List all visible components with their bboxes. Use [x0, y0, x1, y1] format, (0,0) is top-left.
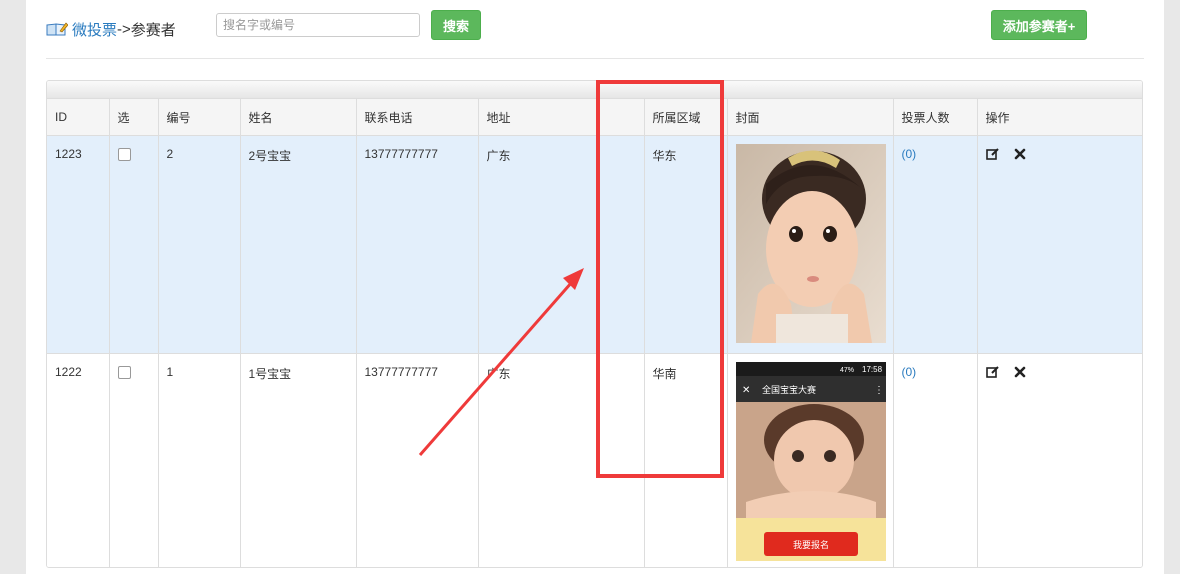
cell-name: 2号宝宝	[240, 135, 357, 354]
edit-icon[interactable]	[985, 365, 1000, 379]
breadcrumb-link-vote[interactable]: 微投票	[72, 19, 117, 40]
cover-image-phone-screenshot[interactable]: 47% 17:58 ✕ 全国宝宝大赛 ⋮ 我要报名	[735, 362, 886, 561]
breadcrumb-separator: ->	[117, 20, 131, 38]
cell-cover: 47% 17:58 ✕ 全国宝宝大赛 ⋮ 我要报名	[727, 353, 894, 567]
search-input[interactable]	[216, 13, 420, 37]
delete-icon[interactable]	[1013, 147, 1027, 161]
table-header-row: ID 选 编号 姓名 联系电话 地址 所属区域 封面 投票人数 操作	[47, 99, 1142, 136]
header-phone: 联系电话	[356, 99, 479, 136]
header-id: ID	[47, 99, 110, 136]
votes-link[interactable]: (0)	[902, 365, 917, 379]
status-time: 17:58	[862, 365, 883, 374]
cover-title: 全国宝宝大赛	[762, 384, 816, 395]
status-battery: 47%	[840, 367, 854, 374]
header-divider	[46, 58, 1144, 59]
annotation-highlight-box	[596, 80, 724, 478]
delete-icon[interactable]	[1013, 365, 1027, 379]
add-participant-button[interactable]: 添加参赛者+	[991, 10, 1087, 40]
header-number: 编号	[158, 99, 241, 136]
table-row: 1222 1 1号宝宝 13777777777 广东 华南 47% 17:58	[47, 353, 1142, 567]
cell-select	[109, 135, 159, 354]
svg-text:⋮: ⋮	[874, 385, 884, 396]
row-checkbox[interactable]	[117, 366, 131, 379]
search-button[interactable]: 搜索	[431, 10, 481, 40]
cell-votes: (0)	[893, 135, 978, 354]
breadcrumb-current: 参赛者	[130, 21, 176, 39]
cell-actions	[977, 353, 1142, 567]
edit-icon[interactable]	[985, 147, 1000, 161]
cell-select	[109, 353, 159, 567]
participants-table: ID 选 编号 姓名 联系电话 地址 所属区域 封面 投票人数 操作 1223 …	[46, 80, 1143, 568]
book-icon	[46, 22, 68, 36]
cell-number: 1	[158, 353, 241, 567]
page: 微投票 -> 参赛者 搜索 添加参赛者+ ID 选 编号 姓名 联系电话 地址	[26, 0, 1164, 574]
header-name: 姓名	[240, 99, 357, 136]
header-cover: 封面	[727, 99, 894, 136]
cell-number: 2	[158, 135, 241, 354]
cell-name: 1号宝宝	[240, 353, 357, 567]
cover-cta: 我要报名	[792, 539, 828, 550]
cell-phone: 13777777777	[356, 353, 479, 567]
cell-phone: 13777777777	[356, 135, 479, 354]
votes-link[interactable]: (0)	[902, 147, 917, 161]
header-actions: 操作	[977, 99, 1142, 136]
cell-votes: (0)	[893, 353, 978, 567]
table-row: 1223 2 2号宝宝 13777777777 广东 华东 (0)	[47, 135, 1142, 354]
cell-id: 1222	[47, 353, 110, 567]
row-checkbox[interactable]	[117, 148, 131, 161]
header-votes: 投票人数	[893, 99, 978, 136]
svg-text:✕: ✕	[742, 385, 750, 396]
cell-cover	[727, 135, 894, 354]
breadcrumb: 微投票 -> 参赛者	[46, 18, 176, 40]
cell-actions	[977, 135, 1142, 354]
cell-id: 1223	[47, 135, 110, 354]
cover-image[interactable]	[735, 144, 886, 343]
header-select: 选	[109, 99, 159, 136]
table-top-bar	[47, 81, 1142, 99]
